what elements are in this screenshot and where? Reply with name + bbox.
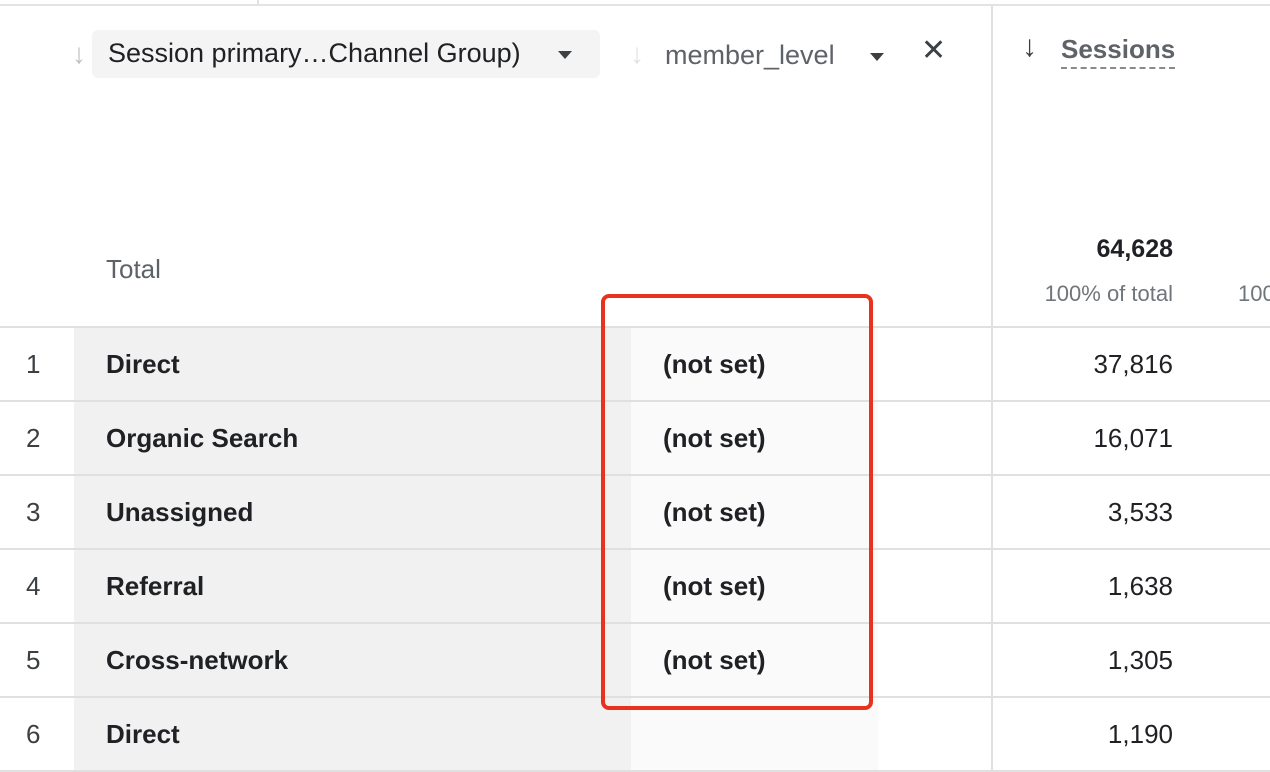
secondary-sort-arrow-icon[interactable]: ↓: [630, 40, 644, 68]
secondary-dimension-label[interactable]: member_level: [665, 40, 835, 71]
primary-dimension-label[interactable]: Session primary…Channel Group): [108, 38, 521, 69]
remove-dimension-close-icon[interactable]: ✕: [921, 36, 946, 66]
channel-value: Cross-network: [106, 645, 289, 675]
next-column-percent-partial: 100: [1238, 281, 1270, 306]
channel-value: Direct: [106, 349, 180, 379]
row-index: 2: [26, 423, 41, 453]
row-index: 4: [26, 571, 41, 601]
row-index: 1: [26, 349, 41, 379]
sessions-value: 1,638: [1107, 571, 1173, 601]
total-label: Total: [106, 254, 161, 284]
channel-value: Unassigned: [106, 497, 254, 527]
channel-value: Direct: [106, 719, 180, 749]
sessions-value: 3,533: [1107, 497, 1173, 527]
sort-arrow-icon[interactable]: ↓: [72, 40, 86, 68]
total-sessions-value: 64,628: [1096, 235, 1173, 263]
sessions-value: 16,071: [1093, 423, 1173, 453]
total-sessions-percent: 100% of total: [1044, 281, 1173, 306]
sessions-column-header[interactable]: Sessions: [1061, 34, 1176, 69]
channel-value: Referral: [106, 571, 205, 601]
sessions-value: 37,816: [1093, 349, 1173, 379]
row-index: 3: [26, 497, 41, 527]
primary-dimension-caret-down-icon[interactable]: [558, 51, 572, 59]
sessions-value: 1,305: [1107, 645, 1173, 675]
top-border: [0, 4, 1270, 6]
sessions-value: 1,190: [1107, 719, 1173, 749]
channel-value: Organic Search: [106, 423, 299, 453]
row-index: 5: [26, 645, 41, 675]
row-index: 6: [26, 719, 41, 749]
sessions-sort-arrow-icon[interactable]: ↓: [1022, 32, 1037, 62]
metric-column-divider: [991, 6, 993, 772]
secondary-dimension-caret-down-icon[interactable]: [870, 53, 884, 61]
top-divider-tick: [257, 0, 259, 6]
highlight-annotation-box: [601, 294, 873, 710]
